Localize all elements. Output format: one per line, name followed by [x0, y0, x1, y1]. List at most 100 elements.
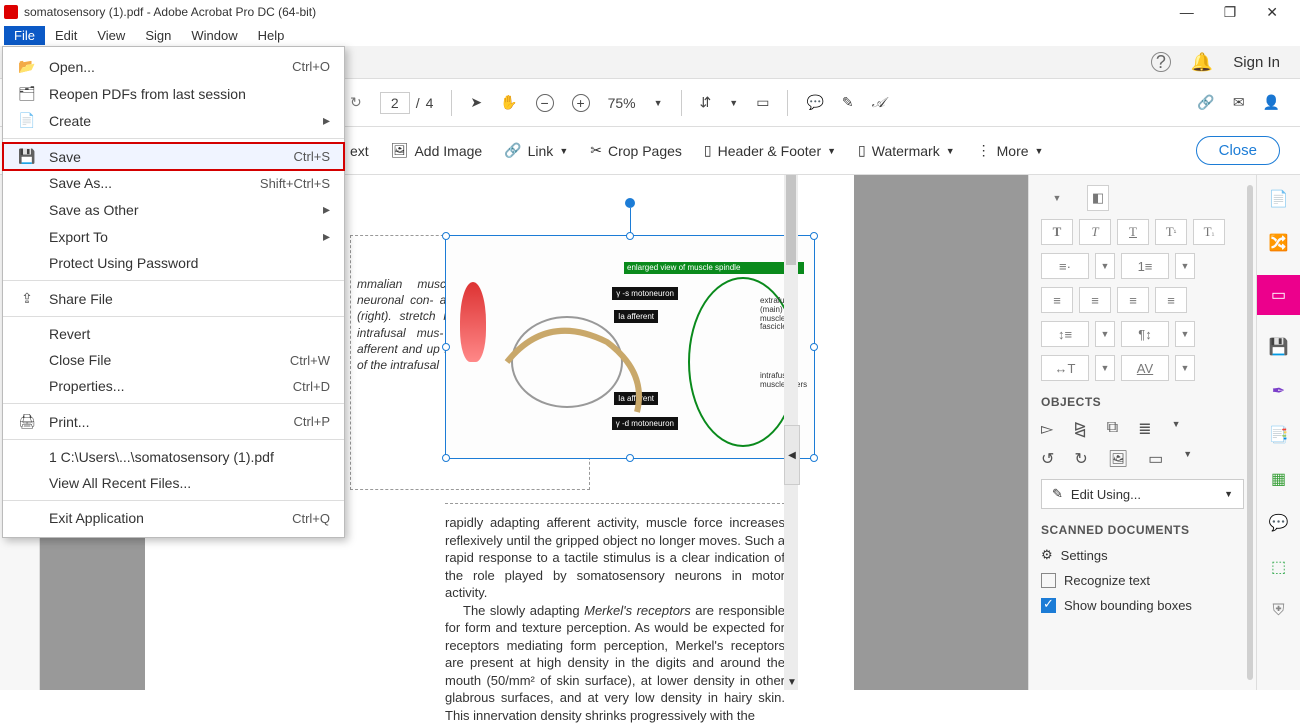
close-window-icon[interactable]: ✕	[1266, 4, 1278, 21]
zoom-level[interactable]: 75%	[608, 95, 636, 111]
menu-save[interactable]: 💾SaveCtrl+S	[3, 143, 344, 170]
signature-icon[interactable]: ✒	[1267, 379, 1291, 403]
share-link-icon[interactable]: 🔗	[1197, 94, 1214, 111]
crop-pages-button[interactable]: ✂Crop Pages	[590, 142, 682, 159]
highlight-icon[interactable]: ✎	[842, 94, 854, 111]
header-footer-button[interactable]: ▯Header & Footer▼	[704, 142, 836, 159]
rotate-cw-icon[interactable]: ↻	[1074, 449, 1087, 469]
rotate-ccw-icon[interactable]: ↺	[1041, 449, 1054, 469]
menu-create[interactable]: 📄Create▸	[3, 107, 344, 134]
pointer-icon[interactable]: ➤	[470, 94, 482, 111]
expand-panel-icon[interactable]: ◀	[784, 425, 800, 485]
scan-icon[interactable]: ▦	[1267, 467, 1291, 491]
align-center-icon[interactable]: ≡	[1079, 287, 1111, 313]
recognize-checkbox[interactable]	[1041, 573, 1056, 588]
menu-sharefile[interactable]: ⇪Share File	[3, 285, 344, 312]
horizontal-scale-icon[interactable]: ↔T	[1041, 355, 1089, 381]
notifications-icon[interactable]: 🔔	[1191, 52, 1213, 73]
menu-viewrecent[interactable]: View All Recent Files...	[3, 470, 344, 496]
align-dd-icon[interactable]: ▼	[1172, 419, 1181, 439]
menu-saveas[interactable]: Save As...Shift+Ctrl+S	[3, 170, 344, 196]
menu-view[interactable]: View	[87, 26, 135, 45]
flip-vertical-icon[interactable]: ⧎	[1073, 419, 1086, 439]
resize-handle-nw[interactable]	[442, 232, 450, 240]
menu-properties[interactable]: Properties...Ctrl+D	[3, 373, 344, 399]
protect-strip-icon[interactable]: ⬚	[1267, 555, 1291, 579]
menu-print[interactable]: 🖨Print...Ctrl+P	[3, 408, 344, 435]
page-number-input[interactable]: 2	[380, 92, 410, 114]
line-spacing-icon[interactable]: ↕≡	[1041, 321, 1089, 347]
comment-icon[interactable]: 💬	[806, 94, 823, 111]
scrollbar-thumb[interactable]	[786, 175, 796, 265]
subscript-icon[interactable]: T₁	[1193, 219, 1225, 245]
bold-icon[interactable]: T	[1041, 219, 1073, 245]
flip-horizontal-icon[interactable]: ▻	[1041, 419, 1053, 439]
underline-icon[interactable]: T	[1117, 219, 1149, 245]
resize-handle-w[interactable]	[442, 343, 450, 351]
shield-icon[interactable]: ⛨	[1267, 599, 1291, 623]
rotation-handle[interactable]	[625, 198, 635, 208]
menu-protect[interactable]: Protect Using Password	[3, 250, 344, 276]
redo-partial-icon[interactable]: ↻	[350, 94, 362, 111]
sign-in-link[interactable]: Sign In	[1233, 54, 1280, 71]
number-list-icon[interactable]: 1≡	[1121, 253, 1169, 279]
number-dd-icon[interactable]: ▼	[1175, 253, 1195, 279]
menu-recent-1[interactable]: 1 C:\Users\...\somatosensory (1).pdf	[3, 444, 344, 470]
resize-handle-n[interactable]	[626, 232, 634, 240]
zoom-in-icon[interactable]: +	[572, 94, 590, 112]
menu-file[interactable]: File	[4, 26, 45, 45]
align-left-icon[interactable]: ≡	[1041, 287, 1073, 313]
organize-icon[interactable]: 📑	[1267, 423, 1291, 447]
ps-dd-icon[interactable]: ▼	[1175, 321, 1195, 347]
more-button[interactable]: ⋮More▼	[977, 142, 1044, 159]
help-icon[interactable]: ?	[1151, 52, 1171, 72]
fit-dropdown-icon[interactable]: ▼	[729, 98, 738, 108]
para-spacing-icon[interactable]: ¶↕	[1121, 321, 1169, 347]
zoom-dropdown-icon[interactable]: ▼	[654, 98, 663, 108]
hs-dd-icon[interactable]: ▼	[1095, 355, 1115, 381]
cs-dd-icon[interactable]: ▼	[1175, 355, 1195, 381]
recognize-text-row[interactable]: Recognize text	[1041, 573, 1244, 588]
edit-pdf-icon[interactable]: ▭	[1257, 275, 1300, 315]
menu-reopen[interactable]: 🗂Reopen PDFs from last session	[3, 80, 344, 107]
reading-mode-icon[interactable]: ▭	[756, 94, 769, 111]
body-text-block[interactable]: rapidly adapting afferent activity, musc…	[445, 503, 785, 725]
add-person-icon[interactable]: 👤	[1263, 94, 1280, 111]
arrange-dd-icon[interactable]: ▼	[1183, 449, 1192, 469]
resize-handle-s[interactable]	[626, 454, 634, 462]
replace-image-icon[interactable]: 🖼	[1108, 449, 1128, 469]
fit-width-icon[interactable]: ⇵	[700, 94, 712, 111]
menu-closefile[interactable]: Close FileCtrl+W	[3, 347, 344, 373]
ls-dd-icon[interactable]: ▼	[1095, 321, 1115, 347]
menu-window[interactable]: Window	[181, 26, 247, 45]
menu-exportto[interactable]: Export To▸	[3, 223, 344, 250]
menu-sign[interactable]: Sign	[135, 26, 181, 45]
resize-handle-se[interactable]	[810, 454, 818, 462]
bullet-list-icon[interactable]: ≡·	[1041, 253, 1089, 279]
menu-open[interactable]: 📂Open...Ctrl+O	[3, 53, 344, 80]
export-pdf-icon[interactable]: 💾	[1267, 335, 1291, 359]
combine-icon[interactable]: 🔀	[1267, 231, 1291, 255]
showbb-checkbox[interactable]	[1041, 598, 1056, 613]
show-bounding-row[interactable]: Show bounding boxes	[1041, 598, 1244, 613]
watermark-button[interactable]: ▯Watermark▼	[858, 142, 955, 159]
crop-object-icon[interactable]: ⧉	[1107, 419, 1118, 439]
menu-edit[interactable]: Edit	[45, 26, 87, 45]
menu-help[interactable]: Help	[248, 26, 295, 45]
superscript-icon[interactable]: T¹	[1155, 219, 1187, 245]
color-swatch[interactable]: ◧	[1087, 185, 1109, 211]
scroll-down-icon[interactable]: ▼	[787, 677, 797, 688]
sign-icon[interactable]: 𝒜	[872, 94, 885, 111]
create-pdf-icon[interactable]: 📄	[1267, 187, 1291, 211]
align-objects-icon[interactable]: ≣	[1138, 419, 1151, 439]
zoom-out-icon[interactable]: −	[536, 94, 554, 112]
email-icon[interactable]: ✉	[1233, 94, 1245, 111]
align-justify-icon[interactable]: ≡	[1155, 287, 1187, 313]
comments-icon[interactable]: 💬	[1267, 511, 1291, 535]
menu-exit[interactable]: Exit ApplicationCtrl+Q	[3, 505, 344, 531]
font-dropdown-icon[interactable]: ▼	[1041, 185, 1073, 211]
page-number-control[interactable]: 2 / 4	[380, 92, 434, 114]
close-edit-button[interactable]: Close	[1196, 136, 1280, 165]
hand-icon[interactable]: ✋	[500, 94, 517, 111]
char-spacing-icon[interactable]: AV	[1121, 355, 1169, 381]
